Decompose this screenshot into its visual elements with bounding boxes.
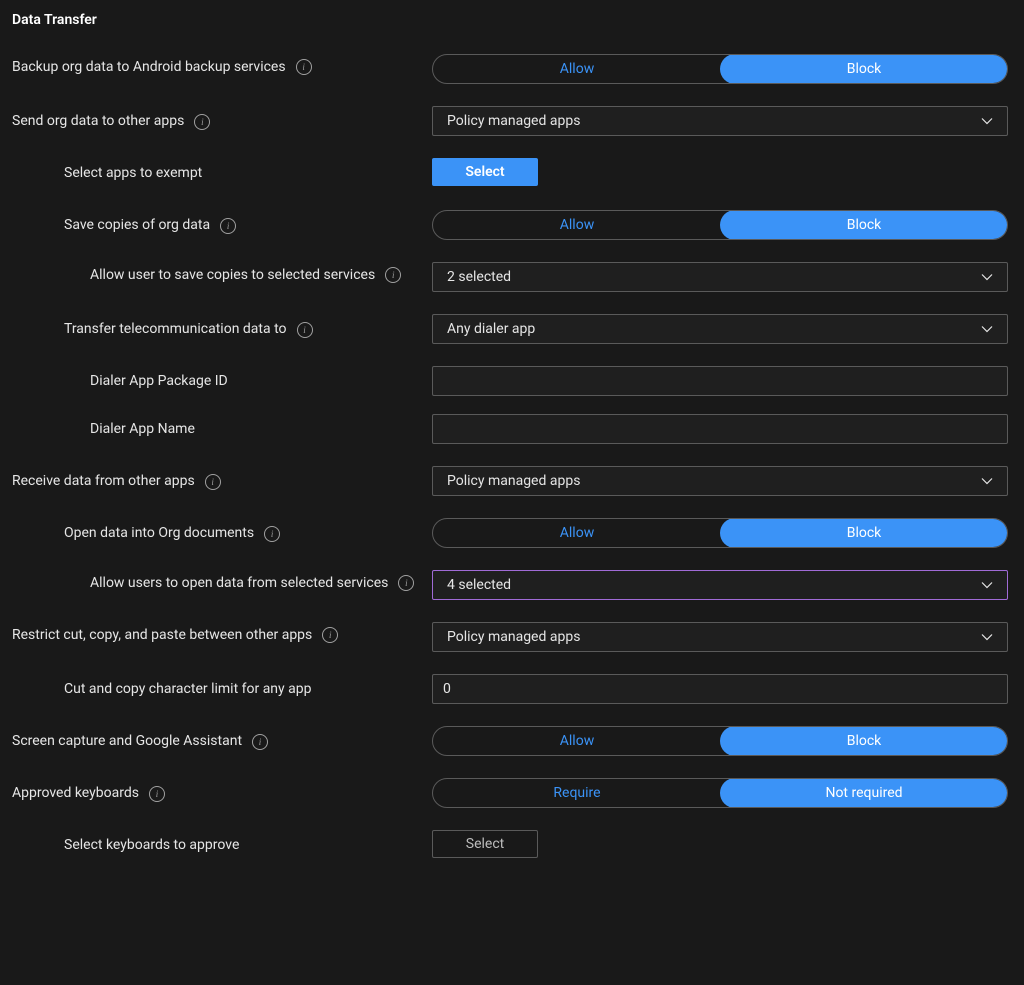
info-icon[interactable]: i (220, 218, 236, 234)
chevron-down-icon (981, 579, 993, 591)
info-icon[interactable]: i (205, 474, 221, 490)
info-icon[interactable]: i (252, 734, 268, 750)
section-title: Data Transfer (12, 12, 1008, 28)
dropdown-save-services[interactable]: 2 selected (432, 262, 1008, 292)
toggle-save-copies-block[interactable]: Block (720, 210, 1008, 240)
label-dialer-pkg: Dialer App Package ID (12, 366, 432, 396)
toggle-keyboards[interactable]: Require Not required (432, 778, 1008, 808)
info-icon[interactable]: i (385, 267, 401, 283)
label-telecom: Transfer telecommunication data to i (12, 314, 432, 344)
input-ccp-limit[interactable]: 0 (432, 674, 1008, 704)
toggle-open-docs-block[interactable]: Block (720, 518, 1008, 548)
toggle-keyboards-require[interactable]: Require (433, 779, 721, 807)
input-dialer-pkg[interactable] (432, 366, 1008, 396)
dropdown-send-other[interactable]: Policy managed apps (432, 106, 1008, 136)
dropdown-restrict-ccp-value: Policy managed apps (447, 629, 580, 645)
label-dialer-pkg-text: Dialer App Package ID (90, 372, 228, 391)
label-telecom-text: Transfer telecommunication data to (64, 320, 287, 339)
input-ccp-limit-value: 0 (443, 681, 451, 697)
info-icon[interactable]: i (322, 627, 338, 643)
select-exempt-button[interactable]: Select (432, 158, 538, 186)
info-icon[interactable]: i (149, 786, 165, 802)
label-restrict-ccp: Restrict cut, copy, and paste between ot… (12, 622, 432, 652)
dropdown-save-services-value: 2 selected (447, 269, 511, 285)
toggle-save-copies[interactable]: Allow Block (432, 210, 1008, 240)
label-open-docs-text: Open data into Org documents (64, 524, 254, 543)
select-keyboards-button[interactable]: Select (432, 830, 538, 858)
label-exempt-text: Select apps to exempt (64, 164, 202, 183)
chevron-down-icon (981, 475, 993, 487)
label-receive-other: Receive data from other apps i (12, 466, 432, 496)
toggle-save-copies-allow[interactable]: Allow (433, 211, 721, 239)
info-icon[interactable]: i (264, 526, 280, 542)
chevron-down-icon (981, 115, 993, 127)
label-keyboards: Approved keyboards i (12, 778, 432, 808)
info-icon[interactable]: i (297, 322, 313, 338)
label-keyboards-text: Approved keyboards (12, 784, 139, 803)
toggle-screen-cap-block[interactable]: Block (720, 726, 1008, 756)
info-icon[interactable]: i (398, 575, 414, 591)
label-screen-cap-text: Screen capture and Google Assistant (12, 732, 242, 751)
chevron-down-icon (981, 631, 993, 643)
dropdown-telecom-value: Any dialer app (447, 321, 535, 337)
label-save-services: Allow user to save copies to selected se… (12, 262, 432, 292)
label-keyboards-select: Select keyboards to approve (12, 830, 432, 860)
chevron-down-icon (981, 271, 993, 283)
label-dialer-name-text: Dialer App Name (90, 420, 195, 439)
chevron-down-icon (981, 323, 993, 335)
label-dialer-name: Dialer App Name (12, 414, 432, 444)
dropdown-send-other-value: Policy managed apps (447, 113, 580, 129)
label-exempt: Select apps to exempt (12, 158, 432, 188)
dropdown-telecom[interactable]: Any dialer app (432, 314, 1008, 344)
toggle-backup-allow[interactable]: Allow (433, 55, 721, 83)
label-save-services-text: Allow user to save copies to selected se… (90, 266, 375, 285)
label-open-services-text: Allow users to open data from selected s… (90, 574, 388, 593)
toggle-backup[interactable]: Allow Block (432, 54, 1008, 84)
label-open-services: Allow users to open data from selected s… (12, 570, 432, 600)
dropdown-receive-other[interactable]: Policy managed apps (432, 466, 1008, 496)
dropdown-receive-other-value: Policy managed apps (447, 473, 580, 489)
toggle-keyboards-notrequired[interactable]: Not required (720, 778, 1008, 808)
dropdown-open-services[interactable]: 4 selected (432, 570, 1008, 600)
label-save-copies: Save copies of org data i (12, 210, 432, 240)
label-backup-text: Backup org data to Android backup servic… (12, 58, 286, 77)
label-backup: Backup org data to Android backup servic… (12, 54, 432, 84)
label-screen-cap: Screen capture and Google Assistant i (12, 726, 432, 756)
label-open-docs: Open data into Org documents i (12, 518, 432, 548)
toggle-screen-cap-allow[interactable]: Allow (433, 727, 721, 755)
label-keyboards-select-text: Select keyboards to approve (64, 836, 239, 855)
label-send-other: Send org data to other apps i (12, 106, 432, 136)
toggle-open-docs-allow[interactable]: Allow (433, 519, 721, 547)
label-restrict-ccp-text: Restrict cut, copy, and paste between ot… (12, 626, 312, 645)
dropdown-open-services-value: 4 selected (447, 577, 511, 593)
label-send-other-text: Send org data to other apps (12, 112, 184, 131)
info-icon[interactable]: i (296, 59, 312, 75)
label-receive-other-text: Receive data from other apps (12, 472, 195, 491)
input-dialer-name[interactable] (432, 414, 1008, 444)
toggle-open-docs[interactable]: Allow Block (432, 518, 1008, 548)
label-save-copies-text: Save copies of org data (64, 216, 210, 235)
toggle-screen-cap[interactable]: Allow Block (432, 726, 1008, 756)
info-icon[interactable]: i (194, 114, 210, 130)
label-ccp-limit: Cut and copy character limit for any app (12, 674, 432, 704)
toggle-backup-block[interactable]: Block (720, 54, 1008, 84)
dropdown-restrict-ccp[interactable]: Policy managed apps (432, 622, 1008, 652)
label-ccp-limit-text: Cut and copy character limit for any app (64, 680, 311, 699)
